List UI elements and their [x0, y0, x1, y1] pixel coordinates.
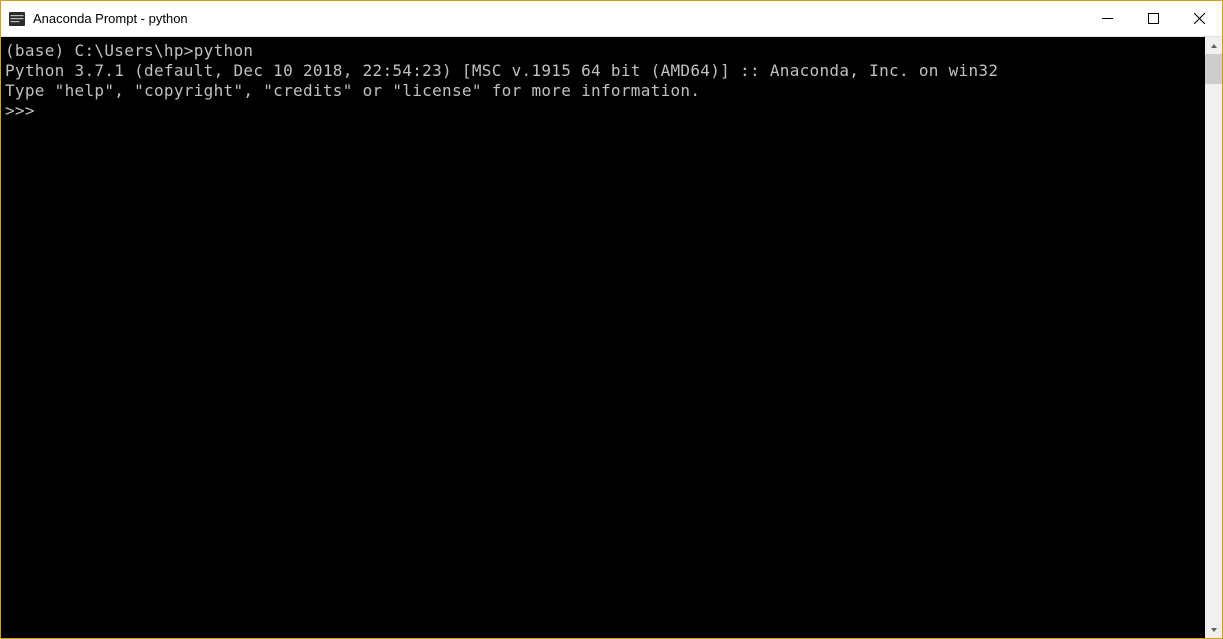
close-button[interactable]	[1176, 1, 1222, 36]
content-area: (base) C:\Users\hp>pythonPython 3.7.1 (d…	[1, 37, 1222, 638]
vertical-scrollbar[interactable]	[1205, 37, 1222, 638]
scroll-up-button[interactable]	[1205, 37, 1222, 54]
terminal-output[interactable]: (base) C:\Users\hp>pythonPython 3.7.1 (d…	[1, 37, 1205, 638]
terminal-prompt-line: >>>	[5, 101, 1199, 121]
window-title: Anaconda Prompt - python	[33, 11, 1084, 26]
window-frame: Anaconda Prompt - python (base) C:\Users…	[0, 0, 1223, 639]
scroll-track[interactable]	[1205, 54, 1222, 621]
python-prompt: >>>	[5, 101, 45, 120]
terminal-icon	[9, 12, 25, 26]
minimize-button[interactable]	[1084, 1, 1130, 36]
maximize-button[interactable]	[1130, 1, 1176, 36]
window-controls	[1084, 1, 1222, 36]
scroll-down-button[interactable]	[1205, 621, 1222, 638]
titlebar[interactable]: Anaconda Prompt - python	[1, 1, 1222, 37]
terminal-line: Type "help", "copyright", "credits" or "…	[5, 81, 1199, 101]
scroll-thumb[interactable]	[1205, 54, 1222, 84]
terminal-line: (base) C:\Users\hp>python	[5, 41, 1199, 61]
terminal-line: Python 3.7.1 (default, Dec 10 2018, 22:5…	[5, 61, 1199, 81]
